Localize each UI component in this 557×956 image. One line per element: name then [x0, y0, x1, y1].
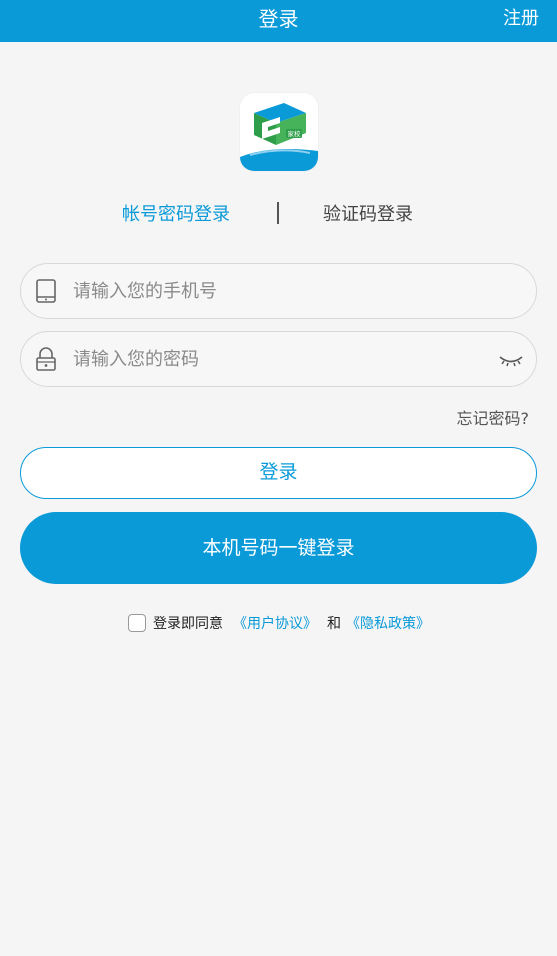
lock-icon	[33, 346, 59, 372]
agreement-checkbox[interactable]	[128, 614, 146, 632]
tab-password-login[interactable]: 帐号密码登录	[122, 198, 230, 232]
privacy-link[interactable]: 《隐私政策》	[346, 612, 430, 636]
register-button[interactable]: 注册	[503, 0, 539, 42]
tablet-icon	[33, 278, 59, 304]
page-title: 登录	[258, 7, 299, 31]
agreement-prefix: 登录即同意	[153, 616, 223, 632]
password-input[interactable]	[73, 332, 473, 386]
phone-field[interactable]	[20, 263, 537, 319]
tab-divider	[277, 202, 279, 224]
terms-link[interactable]: 《用户协议》	[233, 612, 317, 636]
eye-closed-icon[interactable]	[498, 350, 524, 370]
agreement-conjunction: 和	[327, 616, 341, 632]
one-click-login-button[interactable]: 本机号码一键登录	[20, 512, 537, 584]
password-field[interactable]	[20, 331, 537, 387]
forgot-password-link[interactable]: 忘记密码?	[457, 405, 530, 429]
top-bar: 登录 注册	[0, 0, 557, 42]
phone-input[interactable]	[73, 264, 473, 318]
app-logo-icon: 家校	[240, 93, 318, 171]
agreement-row: 登录即同意 《用户协议》 和 《隐私政策》	[0, 612, 557, 636]
logo-text: 家校	[288, 129, 302, 138]
login-tabs: 帐号密码登录 验证码登录	[0, 198, 557, 232]
login-button[interactable]: 登录	[20, 447, 537, 499]
tab-code-login[interactable]: 验证码登录	[323, 198, 413, 232]
